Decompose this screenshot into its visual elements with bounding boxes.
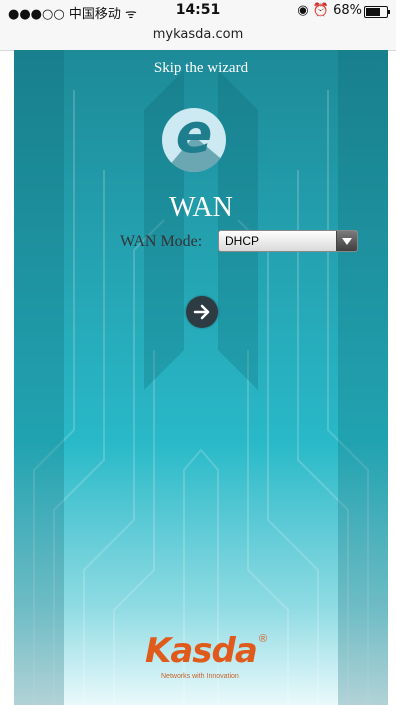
status-bar: ●●●○○ 中国移动 ᯤ 14:51 ◉ ⏰ 68% xyxy=(0,0,396,22)
logo-tagline: Networks with Innovation xyxy=(161,673,239,680)
battery-icon xyxy=(364,6,390,18)
kasda-logo: Kasda ® Networks with Innovation xyxy=(145,631,275,685)
url-text[interactable]: mykasda.com xyxy=(0,27,396,42)
registered-mark: ® xyxy=(259,633,268,645)
status-right: ◉ ⏰ 68% xyxy=(297,3,362,18)
chevron-down-icon[interactable] xyxy=(336,231,357,251)
wizard-panel: Skip the wizard e WAN WAN Mode: DHCP Kas… xyxy=(14,50,388,705)
wan-mode-select[interactable]: DHCP xyxy=(218,230,358,252)
ie-glyph: e xyxy=(175,108,213,165)
arrow-right-icon xyxy=(193,304,210,320)
wan-mode-label: WAN Mode: xyxy=(120,233,203,250)
browser-url-bar[interactable]: mykasda.com xyxy=(0,22,396,51)
skip-wizard-link[interactable]: Skip the wizard xyxy=(14,60,388,77)
wan-mode-value: DHCP xyxy=(225,234,260,248)
alarm-icon: ⏰ xyxy=(312,3,329,18)
next-button[interactable] xyxy=(186,296,218,328)
page-title: WAN xyxy=(169,192,233,223)
internet-explorer-icon: e xyxy=(162,108,226,172)
orientation-lock-icon: ◉ xyxy=(297,3,309,18)
battery-percent: 68% xyxy=(333,3,362,18)
battery-fill xyxy=(366,8,380,16)
app-frame: ●●●○○ 中国移动 ᯤ 14:51 ◉ ⏰ 68% mykasda.com S… xyxy=(0,0,396,705)
logo-wordmark: Kasda xyxy=(145,631,258,671)
